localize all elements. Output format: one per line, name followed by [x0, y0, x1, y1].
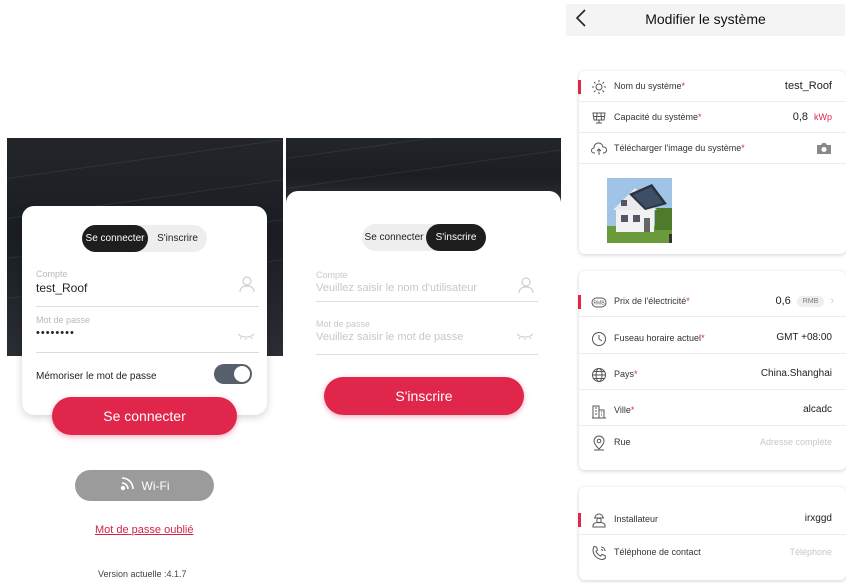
password-label: Mot de passe	[36, 315, 91, 325]
page-title: Modifier le système	[645, 11, 766, 27]
solar-panel-icon	[591, 110, 607, 126]
country-row[interactable]: Pays* China.Shanghai	[579, 360, 846, 390]
clock-icon	[591, 331, 607, 347]
city-value: alcadc	[803, 404, 832, 415]
installer-row[interactable]: Installateur irxggd	[578, 505, 846, 535]
electricity-price-label: Prix de l'électricité*	[614, 296, 690, 306]
wifi-icon	[120, 477, 136, 494]
wifi-label: Wi-Fi	[141, 478, 170, 493]
location-pin-icon	[591, 435, 607, 451]
version-text: Version actuelle :4.1.7	[98, 569, 187, 579]
contact-phone-row[interactable]: Téléphone de contact Téléphone	[579, 538, 846, 568]
system-capacity-row[interactable]: Capacité du système* 0,8 kWp	[579, 103, 846, 133]
city-label: Ville*	[614, 405, 635, 415]
globe-icon	[591, 367, 607, 383]
password-label: Mot de passe	[316, 319, 371, 329]
register-button[interactable]: S'inscrire	[324, 377, 524, 415]
tab-register[interactable]: S'inscrire	[148, 225, 207, 252]
installer-value: irxggd	[804, 513, 832, 524]
account-label: Compte	[36, 269, 68, 279]
account-value: test_Roof	[36, 281, 88, 295]
system-name-label: Nom du système*	[614, 81, 686, 91]
login-tab-switch: Se connecter S'inscrire	[82, 225, 207, 252]
required-marker	[578, 80, 581, 94]
remember-password-label: Mémoriser le mot de passe	[36, 371, 157, 382]
forgot-password-link[interactable]: Mot de passe oublié	[95, 524, 193, 536]
installer-worker-icon	[591, 512, 607, 528]
location-card: RMB Prix de l'électricité* 0,6 RMB › Fusea…	[578, 271, 846, 470]
svg-text:RMB: RMB	[593, 301, 605, 307]
eye-closed-icon[interactable]	[237, 327, 255, 345]
username-placeholder: Veuillez saisir le nom d'utilisateur	[316, 282, 478, 294]
city-row[interactable]: Ville* alcadc	[579, 396, 846, 426]
installer-label: Installateur	[614, 514, 659, 524]
system-image-thumbnail[interactable]	[607, 178, 672, 243]
price-unit: RMB	[796, 296, 825, 307]
wifi-button[interactable]: Wi-Fi	[75, 470, 214, 501]
account-field[interactable]: Compte test_Roof	[36, 269, 259, 307]
upload-image-label: Télécharger l'image du système*	[614, 143, 745, 153]
register-tab-switch: Se connecter S'inscrire	[362, 224, 486, 251]
upload-image-row[interactable]: Télécharger l'image du système*	[579, 134, 846, 164]
username-field[interactable]: Compte Veuillez saisir le nom d'utilisat…	[316, 270, 538, 302]
system-capacity-label: Capacité du système*	[614, 112, 702, 122]
system-name-value: test_Roof	[784, 80, 832, 92]
camera-icon[interactable]	[816, 142, 832, 158]
header-bar: Modifier le système	[566, 4, 845, 36]
register-card: Se connecter S'inscrire Compte Veuillez …	[286, 191, 561, 366]
password-field[interactable]: Mot de passe ••••••••	[36, 315, 259, 353]
electricity-price-row[interactable]: RMB Prix de l'électricité* 0,6 RMB ›	[578, 287, 846, 317]
cloud-upload-icon	[591, 141, 608, 157]
password-value: ••••••••	[36, 327, 75, 339]
tab-login[interactable]: Se connecter	[82, 225, 148, 252]
street-row[interactable]: Rue Adresse complète	[579, 428, 846, 458]
electricity-price-value: 0,6 RMB ›	[775, 295, 834, 307]
street-placeholder: Adresse complète	[759, 437, 832, 447]
tab-login[interactable]: Se connecter	[362, 224, 426, 251]
eye-closed-icon[interactable]	[516, 327, 534, 345]
contact-phone-placeholder: Téléphone	[789, 547, 832, 557]
timezone-label: Fuseau horaire actuel*	[614, 333, 705, 343]
building-icon	[591, 403, 607, 419]
password-field[interactable]: Mot de passe Veuillez saisir le mot de p…	[316, 319, 538, 355]
required-marker	[578, 513, 581, 527]
required-marker	[578, 295, 581, 309]
country-value: China.Shanghai	[760, 368, 832, 379]
chevron-right-icon: ›	[830, 295, 834, 307]
country-label: Pays*	[614, 369, 638, 379]
system-capacity-value: 0,8 kWp	[792, 111, 832, 123]
password-placeholder: Veuillez saisir le mot de passe	[316, 331, 464, 343]
contact-phone-label: Téléphone de contact	[614, 547, 701, 557]
tab-register[interactable]: S'inscrire	[426, 224, 486, 251]
remember-password-toggle[interactable]	[214, 364, 252, 384]
timezone-value: GMT +08:00	[776, 332, 832, 343]
phone-icon	[591, 545, 607, 561]
currency-icon: RMB	[591, 294, 607, 310]
street-label: Rue	[614, 437, 631, 447]
gear-icon	[591, 79, 607, 95]
login-button[interactable]: Se connecter	[52, 397, 237, 435]
timezone-row[interactable]: Fuseau horaire actuel* GMT +08:00	[579, 324, 846, 354]
account-label: Compte	[316, 270, 348, 280]
capacity-unit: kWp	[814, 112, 832, 122]
installer-card: Installateur irxggd Téléphone de contact…	[578, 487, 846, 580]
system-name-row[interactable]: Nom du système* test_Roof	[578, 72, 846, 102]
user-icon	[239, 275, 255, 298]
user-icon	[518, 276, 534, 299]
